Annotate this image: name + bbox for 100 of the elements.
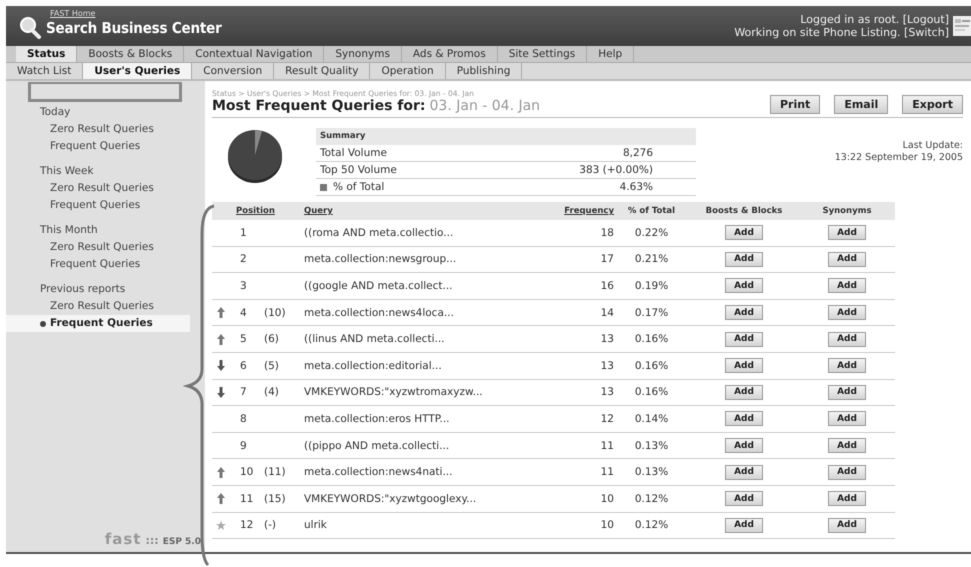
sub-tab[interactable]: Operation xyxy=(370,63,446,79)
main-tab[interactable]: Boosts & Blocks xyxy=(77,46,184,62)
add-button[interactable]: Add xyxy=(828,305,866,320)
version-label: ESP 5.0 xyxy=(162,537,201,547)
position-cell-text: 12 xyxy=(240,519,254,532)
sidebar-item[interactable]: Zero Result Queries xyxy=(6,121,190,138)
previous-position: (15) xyxy=(264,492,286,505)
add-button[interactable]: Add xyxy=(725,438,763,454)
position-cell-text: 6 xyxy=(240,360,248,372)
sidebar-item[interactable]: Zero Result Queries xyxy=(6,298,190,315)
column-header[interactable]: Query xyxy=(304,206,529,216)
query-cell-text: meta.collection:news4loca... xyxy=(304,306,455,319)
query-cell-text: ((google AND meta.collect... xyxy=(304,280,454,292)
add-button[interactable]: Add xyxy=(725,278,763,294)
switch-link[interactable]: [Switch] xyxy=(904,26,949,39)
frequency-cell-text: 12 xyxy=(600,412,614,425)
previous-position: (10) xyxy=(264,306,286,319)
add-button[interactable]: Add xyxy=(828,438,866,454)
frequency-cell-text: 10 xyxy=(600,519,614,532)
summary-value: 8,276 xyxy=(622,146,653,161)
frequency-cell-text: 13 xyxy=(600,360,614,372)
section-heading: Previous reports xyxy=(39,282,126,297)
product-logo: fast xyxy=(104,530,142,548)
action-button[interactable]: Print xyxy=(770,95,820,114)
add-button[interactable]: Add xyxy=(828,225,866,240)
frequency-cell-text: 11 xyxy=(600,466,614,478)
page-title: Most Frequent Queries for: xyxy=(212,98,426,114)
add-button[interactable]: Add xyxy=(725,411,763,426)
pie-chart-drawing xyxy=(227,128,283,184)
sidebar-item[interactable]: Frequent Queries xyxy=(6,315,190,332)
summary-label: Top 50 Volume xyxy=(320,163,397,178)
main-tab[interactable]: Contextual Navigation xyxy=(184,46,324,62)
sidebar-item[interactable]: Frequent Queries xyxy=(6,256,190,273)
add-button[interactable]: Add xyxy=(828,518,866,533)
action-button[interactable]: Export xyxy=(902,95,963,114)
home-link[interactable]: FAST Home xyxy=(50,9,96,18)
previous-position: (-) xyxy=(264,519,276,532)
query-cell-text: VMKEYWORDS:"xyzwtgooglexy... xyxy=(304,492,478,505)
main-tab[interactable]: Synonyms xyxy=(324,46,402,62)
add-button[interactable]: Add xyxy=(725,358,763,374)
query-cell-text: ((roma AND meta.collectio... xyxy=(304,226,454,239)
previous-position: (11) xyxy=(264,466,286,478)
summary-label: Total Volume xyxy=(320,146,387,161)
sidebar-item[interactable]: Frequent Queries xyxy=(6,197,190,214)
query-cell-text: ulrik xyxy=(304,519,328,532)
add-button[interactable]: Add xyxy=(828,464,866,480)
query-cell-text: ((linus AND meta.collecti... xyxy=(304,333,446,346)
section-heading: This Week xyxy=(39,164,95,179)
column-header: Boosts & Blocks xyxy=(706,206,782,216)
add-button[interactable]: Add xyxy=(828,278,866,294)
logo-dots: ::: xyxy=(145,534,159,547)
column-header[interactable]: Frequency xyxy=(529,206,614,216)
summary-value: 383 (+0.00%) xyxy=(578,163,653,178)
percent-cell: 0.19% xyxy=(634,280,668,292)
frequency-cell-text: 17 xyxy=(600,253,614,266)
summary-heading: Summary xyxy=(316,128,696,145)
add-button[interactable]: Add xyxy=(828,252,866,267)
sidebar-item[interactable]: Zero Result Queries xyxy=(6,180,190,197)
add-button[interactable]: Add xyxy=(725,305,763,320)
add-button[interactable]: Add xyxy=(828,384,866,400)
last-update-time: 13:22 September 19, 2005 xyxy=(834,152,963,163)
position-cell-text: 5 xyxy=(240,333,248,346)
frequency-cell-text: 14 xyxy=(600,306,614,319)
main-tab[interactable]: Site Settings xyxy=(498,46,588,62)
add-button[interactable]: Add xyxy=(828,332,866,347)
logout-link[interactable]: [Logout] xyxy=(902,13,949,26)
action-button[interactable]: Email xyxy=(834,95,888,114)
sidebar-item[interactable]: Zero Result Queries xyxy=(6,239,190,256)
sub-tab[interactable]: User's Queries xyxy=(83,63,192,79)
add-button[interactable]: Add xyxy=(725,491,763,506)
position-cell-text: 3 xyxy=(240,280,248,292)
sub-tab[interactable]: Publishing xyxy=(446,63,522,79)
section-heading: This Month xyxy=(39,223,99,238)
add-button[interactable]: Add xyxy=(725,518,763,533)
login-status: Logged in as root. xyxy=(800,13,900,26)
add-button[interactable]: Add xyxy=(725,464,763,480)
query-cell-text: meta.collection:eros HTTP... xyxy=(304,412,451,425)
percent-cell: 0.16% xyxy=(634,386,668,398)
main-tab[interactable]: Help xyxy=(587,46,634,62)
add-button[interactable]: Add xyxy=(725,384,763,400)
add-button[interactable]: Add xyxy=(725,225,763,240)
add-button[interactable]: Add xyxy=(828,491,866,506)
frequency-cell-text: 13 xyxy=(600,386,614,398)
magnifier-icon xyxy=(18,16,42,40)
percent-cell: 0.16% xyxy=(634,360,668,372)
sub-tab[interactable]: Result Quality xyxy=(274,63,370,79)
add-button[interactable]: Add xyxy=(828,411,866,426)
add-button[interactable]: Add xyxy=(828,358,866,374)
percent-cell: 0.17% xyxy=(634,306,668,319)
sub-tab[interactable]: Conversion xyxy=(192,63,274,79)
sidebar-item[interactable]: Frequent Queries xyxy=(6,138,190,155)
main-tab[interactable]: Ads & Promos xyxy=(402,46,498,62)
percent-cell: 0.16% xyxy=(634,333,668,346)
column-header[interactable]: Position xyxy=(232,206,304,216)
main-tab[interactable]: Status xyxy=(16,46,78,62)
app-title: Search Business Center xyxy=(46,19,222,37)
last-update-label: Last Update: xyxy=(902,140,963,151)
add-button[interactable]: Add xyxy=(725,252,763,267)
position-cell-text: 10 xyxy=(240,466,254,478)
add-button[interactable]: Add xyxy=(725,332,763,347)
